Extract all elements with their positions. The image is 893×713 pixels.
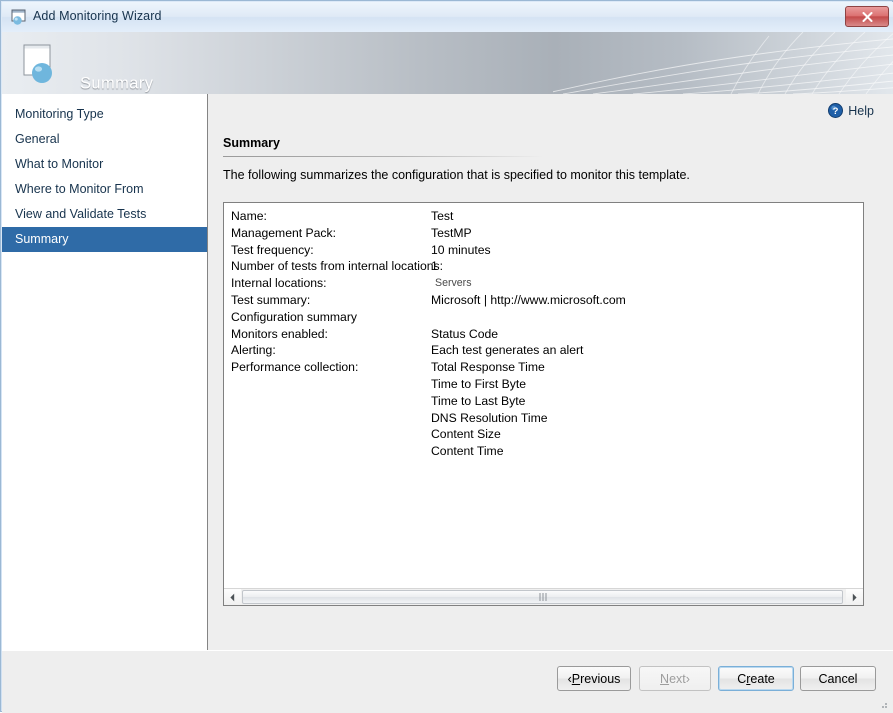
wizard-footer: ‹ Previous Next › Cr eate Cancel: [2, 650, 893, 713]
summary-label: Internal locations:: [231, 276, 327, 291]
horizontal-scrollbar[interactable]: [224, 588, 863, 605]
summary-row: Alerting: Each test generates an alert: [231, 343, 859, 360]
summary-value: 1: [431, 259, 438, 274]
sidebar-item-general[interactable]: General: [2, 127, 207, 152]
summary-value: 10 minutes: [431, 242, 491, 257]
create-button-prefix: C: [737, 671, 747, 686]
summary-label: Monitors enabled:: [231, 326, 328, 341]
summary-row: Performance collection: Total Response Ti…: [231, 360, 859, 377]
create-button[interactable]: Cr eate: [718, 666, 794, 691]
summary-row: Monitors enabled: Status Code: [231, 327, 859, 344]
wizard-window-icon: [11, 9, 28, 26]
summary-row: Test summary: Microsoft | http://www.micr…: [231, 293, 859, 310]
intro-text: The following summarizes the configurati…: [223, 168, 690, 182]
scroll-left-button[interactable]: [224, 589, 241, 605]
svg-text:?: ?: [833, 106, 839, 117]
sidebar-item-view-and-validate-tests[interactable]: View and Validate Tests: [2, 202, 207, 227]
sidebar-item-monitoring-type[interactable]: Monitoring Type: [2, 102, 207, 127]
wizard-sidebar: Monitoring Type General What to Monitor …: [2, 94, 208, 650]
summary-value: Content Time: [431, 444, 504, 459]
resize-grip-icon[interactable]: [877, 698, 889, 710]
page-banner: Summary: [2, 32, 893, 94]
summary-label: Test frequency:: [231, 242, 314, 257]
wizard-window: Add Monitoring Wizard Summary Monitoring…: [0, 0, 893, 713]
summary-value: Status Code: [431, 326, 499, 341]
summary-label: Alerting:: [231, 343, 276, 358]
summary-row: Management Pack: TestMP: [231, 226, 859, 243]
summary-label: Management Pack:: [231, 225, 337, 240]
next-button-suffix: ›: [685, 671, 690, 686]
summary-row: Internal locations: Servers: [231, 276, 859, 293]
sidebar-item-summary[interactable]: Summary: [2, 227, 207, 252]
summary-row: Number of tests from internal locations:…: [231, 259, 859, 276]
wizard-page-icon: [20, 42, 64, 86]
summary-row: Test frequency: 10 minutes: [231, 243, 859, 260]
summary-row: Configuration summary: [231, 310, 859, 327]
page-title: Summary: [223, 136, 280, 150]
scroll-right-button[interactable]: [846, 589, 863, 605]
summary-label: Name:: [231, 209, 267, 223]
banner-mesh-decoration: [553, 32, 893, 94]
cancel-button-label: Cancel: [818, 671, 858, 686]
summary-row: Time to Last Byte: [231, 394, 859, 411]
title-bar: Add Monitoring Wizard: [2, 2, 893, 32]
sidebar-item-what-to-monitor[interactable]: What to Monitor: [2, 152, 207, 177]
summary-value: Servers: [435, 277, 472, 290]
summary-row: Time to First Byte: [231, 377, 859, 394]
cancel-button[interactable]: Cancel: [800, 666, 876, 691]
summary-value: Total Response Time: [431, 360, 545, 375]
summary-value: Content Size: [431, 427, 501, 442]
summary-row: Name: Test: [231, 209, 859, 226]
chevron-left-icon: [230, 593, 235, 601]
next-button: Next ›: [639, 666, 711, 691]
next-button-accel: N: [660, 671, 670, 686]
wizard-body: Monitoring Type General What to Monitor …: [2, 94, 893, 650]
summary-label: Performance collection:: [231, 360, 359, 375]
summary-value: Time to Last Byte: [431, 393, 526, 408]
title-divider: [223, 156, 543, 157]
close-icon: [862, 11, 872, 22]
scroll-thumb-grip: [539, 593, 546, 601]
create-button-rest: eate: [750, 671, 775, 686]
summary-row: Content Size: [231, 427, 859, 444]
scroll-thumb[interactable]: [242, 590, 843, 604]
summary-panel: Name: Test Management Pack: TestMP Test fr…: [223, 202, 864, 606]
summary-label: Configuration summary: [231, 309, 357, 324]
window-title: Add Monitoring Wizard: [33, 9, 162, 23]
summary-label: Number of tests from internal locations:: [231, 259, 444, 274]
next-button-rest: ext: [669, 671, 686, 686]
close-button[interactable]: [845, 6, 889, 27]
sidebar-item-where-to-monitor-from[interactable]: Where to Monitor From: [2, 177, 207, 202]
summary-value: TestMP: [431, 225, 472, 240]
summary-rows: Name: Test Management Pack: TestMP Test fr…: [231, 209, 859, 461]
summary-value: Each test generates an alert: [431, 343, 584, 358]
summary-value: Test: [431, 209, 454, 223]
chevron-right-icon: [852, 593, 857, 601]
summary-value: DNS Resolution Time: [431, 410, 548, 425]
help-label: Help: [848, 103, 874, 118]
banner-title: Summary: [80, 74, 154, 93]
summary-label: Test summary:: [231, 292, 311, 307]
help-circle-icon: ?: [828, 103, 844, 118]
summary-value: Microsoft | http://www.microsoft.com: [431, 292, 626, 307]
content-pane: ? Help Summary The following summarizes …: [209, 94, 893, 650]
previous-button-accel: P: [571, 671, 581, 686]
help-link[interactable]: ? Help: [828, 103, 874, 118]
sidebar-nav-list: Monitoring Type General What to Monitor …: [2, 102, 207, 252]
summary-row: Content Time: [231, 444, 859, 461]
summary-value: Time to First Byte: [431, 376, 527, 391]
previous-button[interactable]: ‹ Previous: [557, 666, 631, 691]
summary-row: DNS Resolution Time: [231, 411, 859, 428]
previous-button-rest: revious: [580, 671, 621, 686]
